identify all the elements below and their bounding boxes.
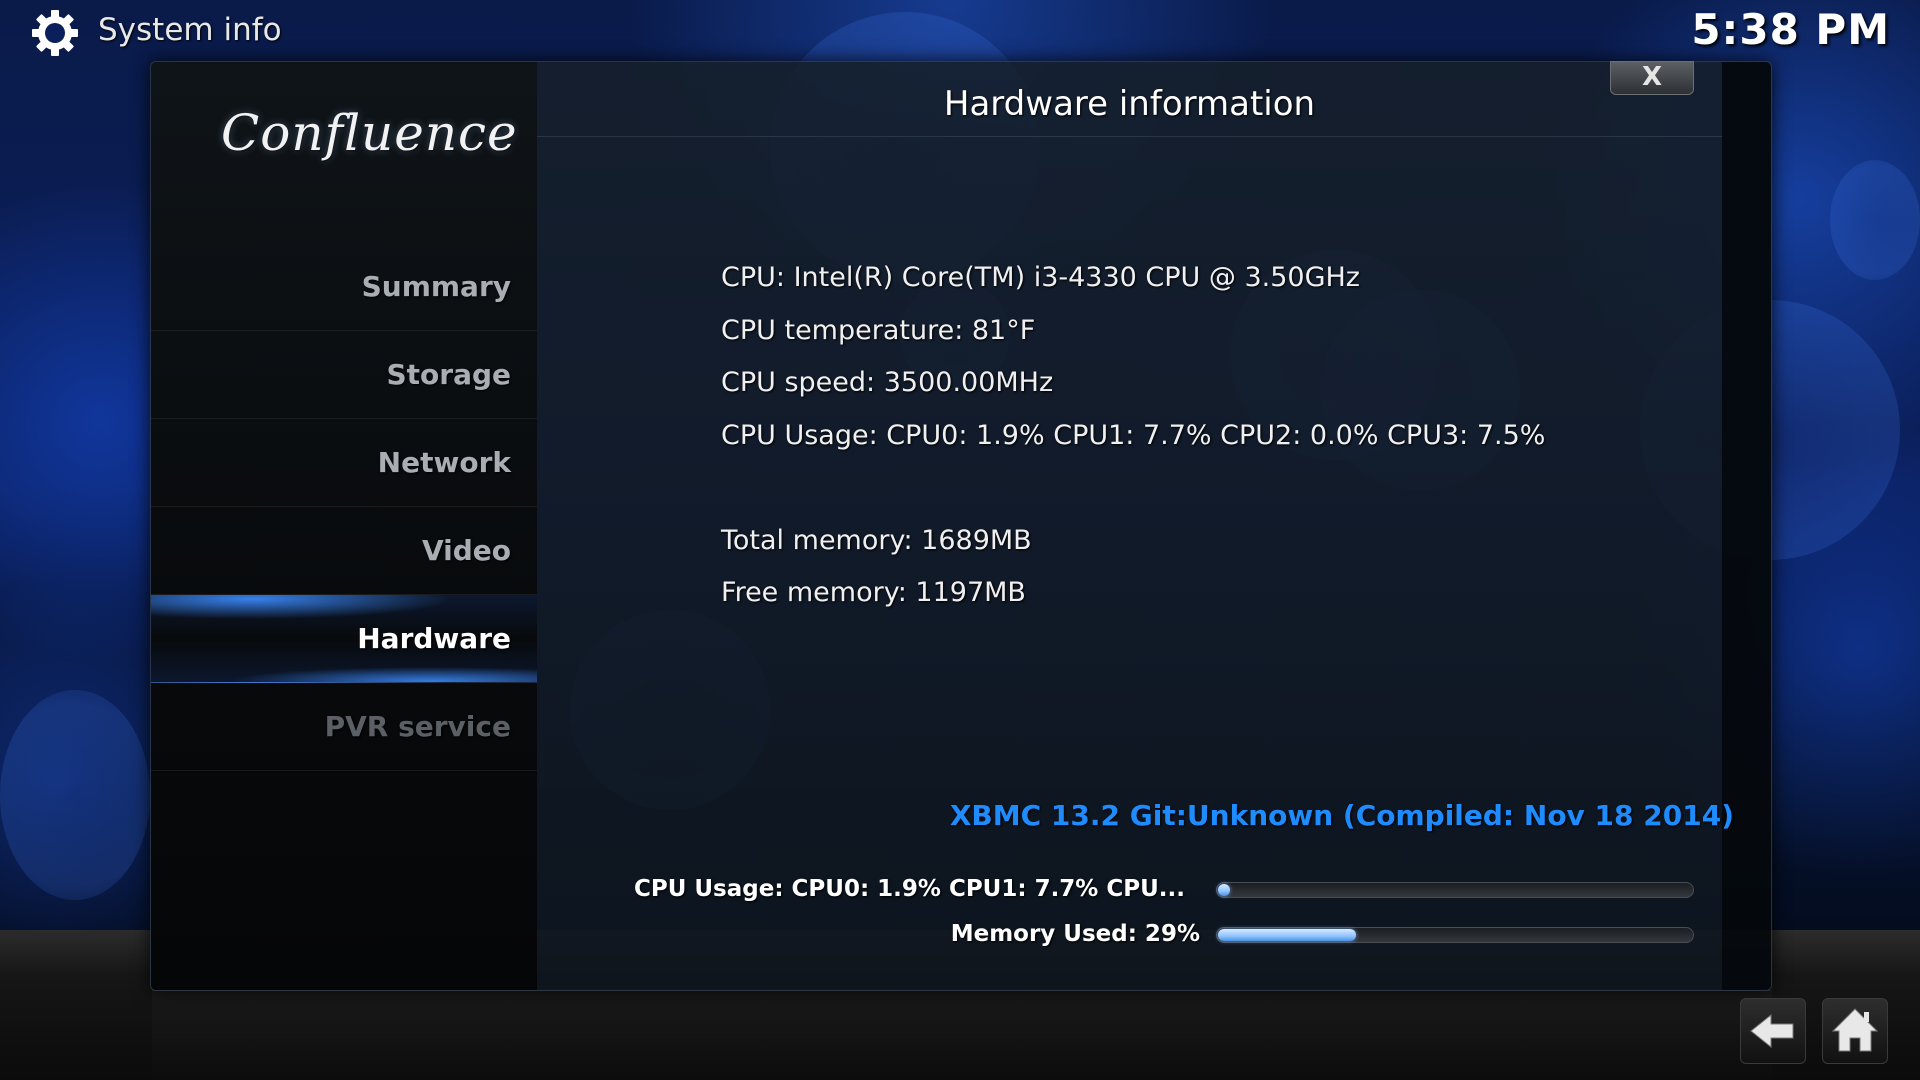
total-memory-line: Total memory: 1689MB [721,525,1032,556]
dialog-edge [1722,62,1771,990]
sidebar-item-hardware[interactable]: Hardware [151,595,537,683]
cpu-model-line: CPU: Intel(R) Core(TM) i3-4330 CPU @ 3.5… [721,262,1360,293]
window-title: System info [98,12,282,48]
version-label: XBMC 13.2 Git:Unknown (Compiled: Nov 18 … [949,799,1734,832]
clock: 5:38 PM [1691,5,1890,54]
background-bubble [1830,160,1920,280]
memory-used-bar [1216,927,1694,943]
memory-used-bar-label: Memory Used: 29% [950,921,1200,947]
sidebar-item-pvr-service[interactable]: PVR service [151,683,537,771]
cpu-speed-line: CPU speed: 3500.00MHz [721,367,1054,398]
close-icon: X [1641,62,1663,92]
close-button[interactable]: X [1610,61,1694,95]
sidebar-item-label: Summary [361,270,511,303]
screen: System info 5:38 PM Confluence Summary S… [0,0,1920,1080]
back-arrow-icon [1750,1013,1794,1049]
gear-icon [30,8,80,58]
sidebar-item-storage[interactable]: Storage [151,331,537,419]
cpu-usage-bar [1216,882,1694,898]
system-info-dialog: Confluence Summary Storage Network Video… [150,61,1772,991]
confluence-logo: Confluence [221,104,518,162]
memory-used-bar-fill [1218,929,1356,941]
home-button[interactable] [1822,998,1888,1064]
sidebar: Confluence Summary Storage Network Video… [151,62,537,990]
cpu-temperature-line: CPU temperature: 81°F [721,315,1036,346]
home-icon [1831,1008,1879,1052]
sidebar-item-label: Storage [386,358,511,391]
content-panel: Hardware information CPU: Intel(R) Core(… [537,62,1722,990]
sidebar-item-video[interactable]: Video [151,507,537,595]
back-button[interactable] [1740,998,1806,1064]
cpu-usage-bar-fill [1218,884,1230,896]
free-memory-line: Free memory: 1197MB [721,577,1026,608]
bottom-panel [152,990,1772,1080]
sidebar-item-label: Video [421,534,511,567]
background-bubble [0,690,150,900]
sidebar-item-summary[interactable]: Summary [151,243,537,331]
title-divider [537,136,1722,137]
cpu-usage-line: CPU Usage: CPU0: 1.9% CPU1: 7.7% CPU2: 0… [721,420,1546,451]
dialog-title: Hardware information [943,84,1316,124]
sidebar-item-label: PVR service [324,710,511,743]
sidebar-item-label: Network [377,446,511,479]
cpu-usage-bar-label: CPU Usage: CPU0: 1.9% CPU1: 7.7% CPU... [633,876,1185,902]
sidebar-item-label: Hardware [357,622,511,655]
sidebar-item-network[interactable]: Network [151,419,537,507]
